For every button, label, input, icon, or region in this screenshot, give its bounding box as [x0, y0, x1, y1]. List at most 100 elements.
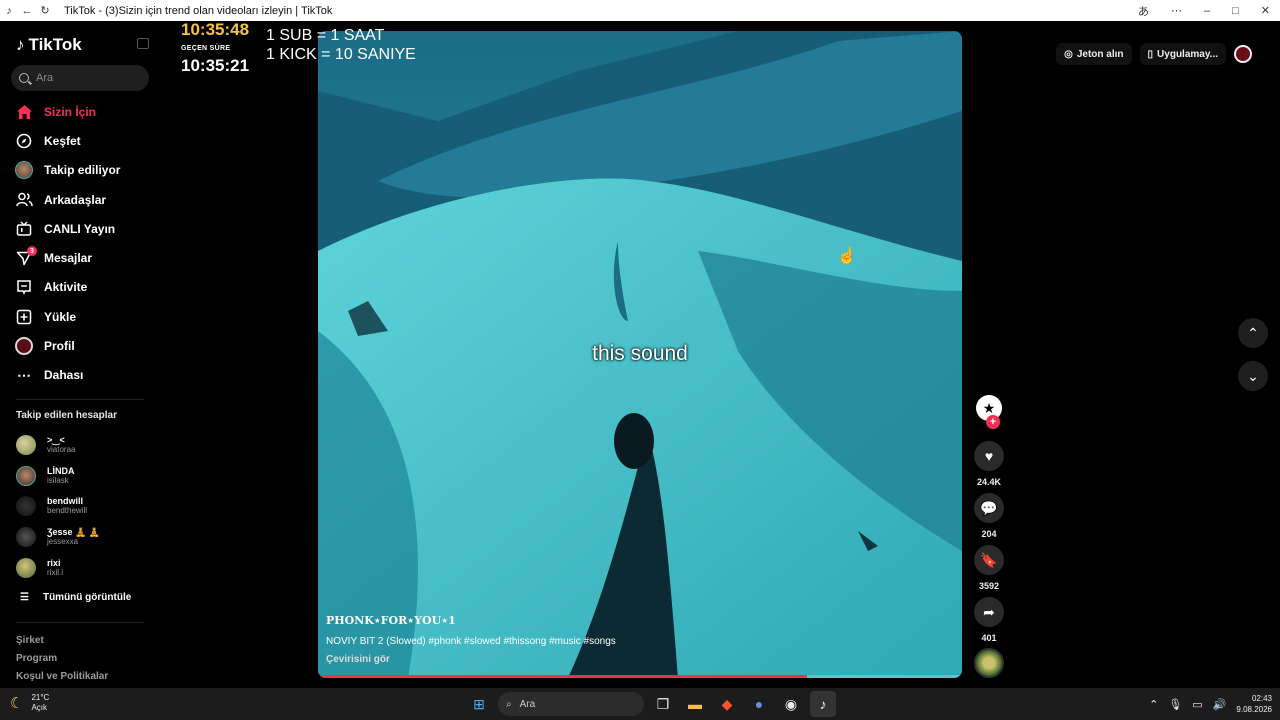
windows-start-icon[interactable]: ⊞ — [466, 691, 492, 717]
nav-label: Yükle — [44, 309, 77, 324]
nav-item-upload[interactable]: Yükle — [0, 302, 160, 331]
video-player[interactable]: this sound PHONK⋆FOR⋆YOU⋆1 NOVIY BIT 2 (… — [318, 31, 962, 678]
chevron-up-icon[interactable]: ⌃ — [1149, 698, 1158, 711]
browser-title-bar: ♪ ← ↻ TikTok - (3)Sizin için trend olan … — [0, 0, 1280, 21]
more-icon: ⋯ — [17, 366, 31, 383]
close-icon[interactable]: ✕ — [1261, 4, 1270, 17]
like-button[interactable]: ♥ 24.4K — [972, 441, 1006, 487]
nav-item-live[interactable]: CANLI Yayın — [0, 214, 160, 243]
subathon-rules: 1 SUB = 1 SAAT 1 KICK = 10 SANIYE — [266, 26, 416, 64]
footer-link-company[interactable]: Şirket — [16, 632, 108, 650]
user-avatar[interactable] — [1234, 45, 1252, 63]
following-name: Ʒesse 🧘 🧘 — [47, 527, 100, 538]
previous-video-button[interactable]: ⌃ — [1238, 318, 1268, 348]
comment-count: 204 — [981, 529, 997, 539]
see-translation-link[interactable]: Çevirisini gör — [326, 654, 390, 665]
file-explorer-icon[interactable]: ▬ — [682, 691, 708, 717]
nav-label: Keşfet — [44, 133, 81, 148]
nav-item-messages[interactable]: 3 Mesajlar — [0, 243, 160, 272]
back-icon[interactable]: ← — [18, 5, 36, 17]
taskbar-search-label: Ara — [519, 698, 536, 710]
music-disc-button[interactable] — [972, 648, 1006, 678]
nav-label: Arkadaşlar — [44, 192, 107, 207]
avatar — [16, 557, 36, 578]
compass-icon — [15, 132, 33, 150]
save-button[interactable]: 🔖 3592 — [972, 545, 1006, 591]
video-author[interactable]: PHONK⋆FOR⋆YOU⋆1 — [326, 614, 456, 627]
footer-link-terms[interactable]: Koşul ve Politikalar — [16, 668, 108, 686]
taskbar-apps: ⊞ ⌕ Ara ❐ ▬ ◆ ● ◉ ♪ — [466, 691, 836, 717]
get-coins-button[interactable]: ◎ Jeton alın — [1056, 43, 1132, 65]
microphone-icon[interactable]: 🎙 — [1168, 698, 1182, 711]
weather-widget[interactable]: ☾ 21°C Açık — [10, 693, 49, 713]
task-view-icon[interactable]: ❐ — [650, 691, 676, 717]
taskbar-search[interactable]: ⌕ Ara — [498, 692, 644, 716]
nav-label: Mesajlar — [44, 251, 93, 266]
following-name: >‿< — [47, 435, 65, 446]
chevron-down-icon: ⌄ — [1247, 367, 1259, 384]
sidebar: ♪ TikTok Ara Sizin İçin Keşfet Takip edi… — [0, 21, 160, 688]
nav-item-following[interactable]: Takip ediliyor — [0, 156, 160, 185]
profile-icon — [15, 337, 33, 356]
maximize-icon[interactable]: □ — [1232, 5, 1239, 17]
coin-icon: ◎ — [1064, 48, 1073, 60]
avatar — [16, 465, 36, 486]
tiktok-app-icon[interactable]: ♪ — [810, 691, 836, 717]
comment-icon: 💬 — [974, 493, 1004, 523]
steam-icon[interactable]: ◉ — [778, 691, 804, 717]
rule-sub: 1 SUB = 1 SAAT — [266, 27, 385, 44]
next-video-button[interactable]: ⌄ — [1238, 361, 1268, 391]
brave-browser-icon[interactable]: ◆ — [714, 691, 740, 717]
video-caption: this sound — [592, 342, 688, 365]
reload-icon[interactable]: ↻ — [36, 4, 54, 17]
following-item[interactable]: rixi rixil.l — [16, 552, 156, 583]
clock-date: 9.08.2026 — [1236, 705, 1272, 714]
rule-kick: 1 KICK = 10 SANIYE — [266, 46, 416, 63]
system-clock[interactable]: 02:43 9.08.2026 — [1236, 693, 1272, 715]
tiktok-logo[interactable]: ♪ TikTok — [16, 35, 82, 55]
following-item[interactable]: bendwill bendthewill — [16, 491, 156, 522]
chevron-up-icon: ⌃ — [1247, 324, 1259, 341]
share-button[interactable]: ➦ 401 — [972, 597, 1006, 643]
following-item[interactable]: Ʒesse 🧘 🧘 jessexxa — [16, 522, 156, 553]
video-progress-bar[interactable] — [318, 675, 962, 678]
activity-icon — [15, 278, 33, 296]
following-username: viatoraa — [47, 445, 76, 455]
nav-item-for-you[interactable]: Sizin İçin — [0, 97, 160, 126]
get-app-button[interactable]: ▯ Uygulamay... — [1139, 43, 1226, 65]
following-username: bendthewill — [47, 506, 88, 516]
footer-links: Şirket Program Koşul ve Politikalar — [16, 632, 108, 686]
creator-avatar-button[interactable]: ★ + — [972, 395, 1006, 429]
see-all-button[interactable]: ☰ Tümünü görüntüle — [20, 592, 131, 603]
brand-name: TikTok — [28, 35, 82, 54]
collapse-sidebar-icon[interactable] — [137, 38, 149, 49]
list-icon: ☰ — [20, 592, 29, 603]
search-icon: ⌕ — [506, 698, 512, 710]
nav-item-profile[interactable]: Profil — [0, 331, 160, 360]
following-item[interactable]: >‿< viatoraa — [16, 430, 156, 461]
footer-link-program[interactable]: Program — [16, 650, 108, 668]
volume-icon[interactable]: 🔊 — [1213, 698, 1227, 711]
clock-time: 02:43 — [1251, 694, 1272, 703]
translate-icon[interactable]: あ — [1138, 3, 1149, 19]
following-item[interactable]: LİNDA isilask — [16, 461, 156, 492]
following-avatar-icon — [15, 161, 33, 180]
friends-icon — [15, 191, 33, 209]
menu-icon[interactable]: ⋯ — [1171, 4, 1182, 17]
discord-icon[interactable]: ● — [746, 691, 772, 717]
share-count: 401 — [981, 633, 997, 643]
nav-item-friends[interactable]: Arkadaşlar — [0, 185, 160, 214]
nav-item-more[interactable]: ⋯ Dahası — [0, 361, 160, 390]
moon-icon: ☾ — [10, 695, 24, 712]
follow-plus-icon[interactable]: + — [986, 415, 1000, 429]
nav-item-explore[interactable]: Keşfet — [0, 126, 160, 155]
avatar — [16, 527, 36, 548]
nav-label: Profil — [44, 339, 75, 354]
elapsed-label: GEÇEN SÜRE — [181, 45, 231, 52]
hand-cursor-icon: ☝ — [837, 248, 857, 265]
display-icon[interactable]: ▭ — [1192, 698, 1202, 711]
search-input[interactable]: Ara — [11, 65, 149, 91]
comment-button[interactable]: 💬 204 — [972, 493, 1006, 539]
minimize-icon[interactable]: – — [1204, 5, 1210, 17]
nav-item-activity[interactable]: Aktivite — [0, 273, 160, 302]
